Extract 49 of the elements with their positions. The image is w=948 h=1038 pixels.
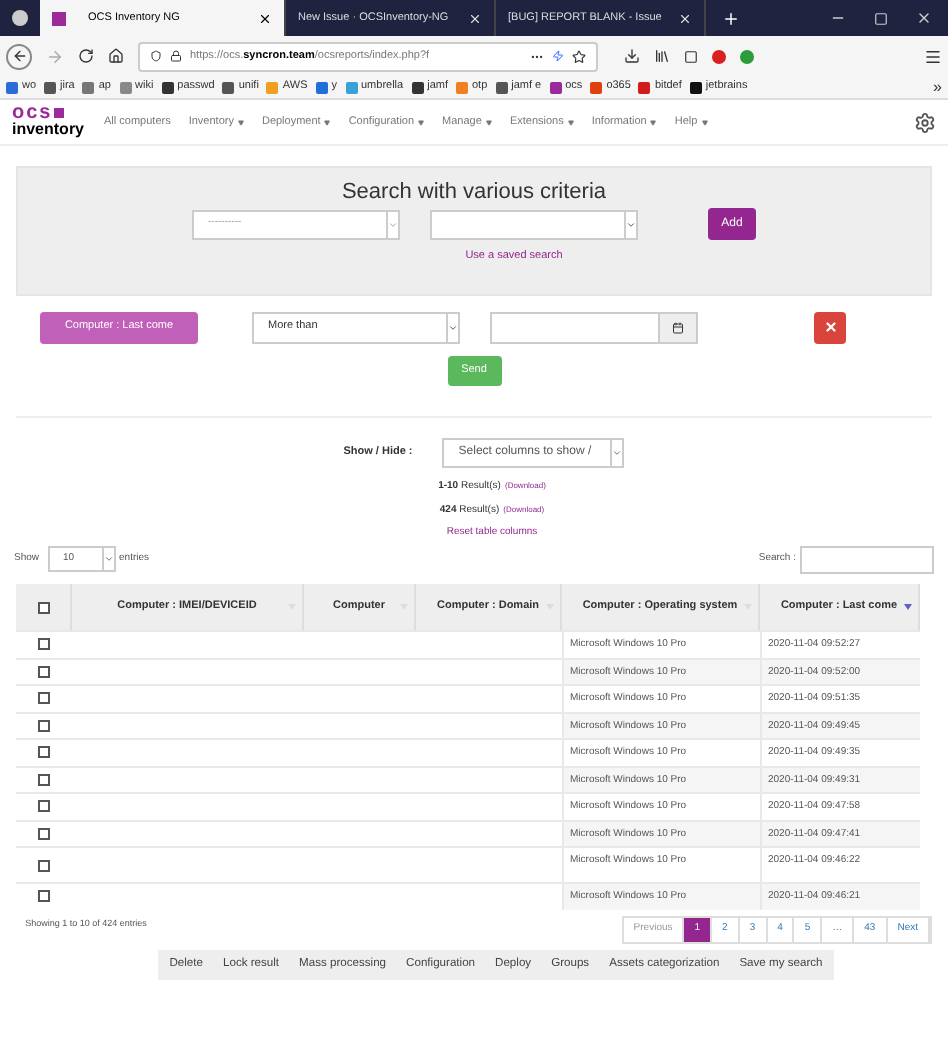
caret-icon: [324, 119, 331, 125]
caret-icon: [485, 119, 492, 125]
caret-icon: [701, 119, 708, 125]
settings-icon[interactable]: [914, 111, 936, 133]
sort-desc-icon: [904, 604, 912, 610]
select-all-checkbox[interactable]: [37, 601, 49, 613]
shield-icon[interactable]: [150, 50, 162, 62]
reload-icon[interactable]: [78, 48, 94, 64]
row-checkbox[interactable]: [38, 638, 50, 651]
row-checkbox[interactable]: [38, 859, 50, 871]
row-checkbox[interactable]: [38, 773, 50, 786]
dropdown-icon: [446, 313, 458, 341]
library-icon[interactable]: [654, 48, 670, 64]
row-checkbox[interactable]: [38, 827, 50, 840]
close-tab-icon[interactable]: [258, 11, 272, 25]
back-arrow-icon: [11, 48, 27, 64]
close-window-icon[interactable]: [916, 10, 932, 26]
dropdown-icon: [610, 440, 623, 466]
caret-icon: [418, 119, 425, 125]
row-checkbox[interactable]: [38, 719, 50, 732]
maximize-icon[interactable]: [874, 11, 888, 25]
close-icon: [823, 320, 837, 334]
date-field[interactable]: [490, 311, 698, 343]
sidebar-icon[interactable]: [684, 49, 698, 63]
caret-icon: [650, 119, 657, 125]
calendar-icon[interactable]: [672, 321, 684, 333]
row-checkbox[interactable]: [38, 800, 50, 813]
caret-icon: [567, 119, 574, 125]
menu-icon[interactable]: [924, 47, 942, 65]
lightning-icon[interactable]: [552, 50, 564, 62]
dropdown-icon: [624, 211, 636, 237]
caret-icon: [237, 119, 244, 125]
home-icon[interactable]: [108, 48, 124, 64]
new-tab-icon[interactable]: [722, 9, 740, 27]
remove-button[interactable]: [814, 311, 846, 343]
dropdown-icon: [101, 548, 114, 570]
dropdown-icon: [386, 211, 398, 237]
row-checkbox[interactable]: [38, 746, 50, 759]
bookmark-star-icon[interactable]: [572, 49, 586, 63]
panel-title: Search with various criteria: [341, 180, 607, 204]
download-icon[interactable]: [624, 48, 640, 64]
row-checkbox[interactable]: [38, 890, 50, 903]
row-checkbox[interactable]: [38, 665, 50, 678]
row-checkbox[interactable]: [38, 692, 50, 705]
back-button[interactable]: [6, 43, 32, 69]
ocs-logo: ocs inventory: [12, 106, 85, 138]
more-bookmarks-button[interactable]: »: [933, 75, 942, 99]
search-field[interactable]: [800, 545, 934, 573]
lock-icon[interactable]: [170, 50, 182, 62]
